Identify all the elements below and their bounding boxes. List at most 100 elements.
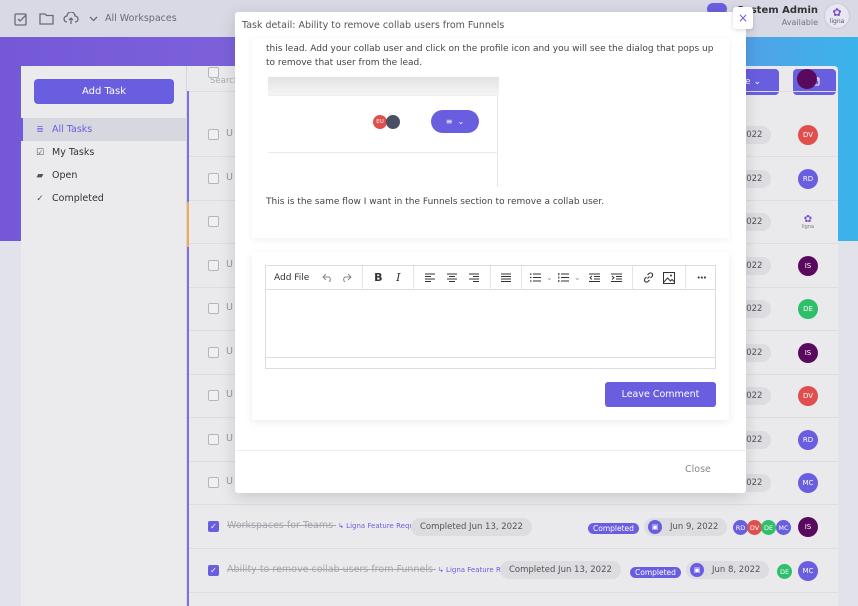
bullet-list-icon[interactable] [527, 266, 543, 290]
more-options-icon[interactable]: ••• [691, 266, 711, 290]
calendar-icon: ▣ [648, 520, 662, 534]
task-checkbox[interactable] [208, 390, 219, 401]
ligna-logo-text: ligna [801, 223, 815, 230]
toolbar-divider [362, 265, 364, 290]
task-title[interactable]: U [226, 433, 233, 444]
close-button[interactable]: Close [685, 464, 711, 475]
chevron-down-icon[interactable] [88, 11, 98, 27]
screenshot-divider [268, 152, 498, 153]
toolbar-divider [490, 265, 492, 290]
owner-avatar: IS [798, 342, 818, 363]
bold-button[interactable]: B [368, 266, 388, 290]
owner-avatar: IS [798, 517, 818, 537]
editor-status-bar [266, 357, 715, 368]
align-center-icon[interactable] [441, 266, 463, 290]
due-date-text: Jun 9, 2022 [670, 522, 719, 532]
outdent-icon[interactable] [583, 266, 605, 290]
task-title[interactable]: Workspaces for Teams ↳ Ligna Feature Req… [227, 520, 428, 531]
task-checkbox[interactable]: ✓ [208, 565, 219, 576]
owner-avatar: MC [798, 561, 818, 581]
task-checkbox[interactable] [208, 172, 219, 184]
task-checkbox[interactable] [208, 129, 219, 140]
link-icon[interactable] [638, 266, 658, 290]
due-date-text: Jun 8, 2022 [712, 565, 761, 575]
sidebar: Add Task ≣ All Tasks ☑ My Tasks ▰ Open ✓… [21, 66, 187, 606]
align-justify-icon[interactable] [496, 266, 516, 290]
owner-avatar: RD [798, 168, 818, 189]
add-file-button[interactable]: Add File [274, 266, 309, 290]
owner-avatar: MC [798, 473, 818, 493]
folder-open-icon: ▰ [36, 170, 44, 181]
check-icon: ✓ [36, 193, 44, 204]
task-checkbox[interactable]: ✓ [208, 521, 219, 532]
chevron-down-icon[interactable]: ⌄ [543, 266, 555, 290]
task-title[interactable]: U [226, 476, 233, 487]
owner-avatar: RD [798, 429, 818, 450]
table-row[interactable]: ✓ Ability to remove collab users from Fu… [189, 550, 838, 593]
task-title[interactable]: U [226, 172, 233, 183]
toolbar-divider [413, 265, 415, 290]
collaborator-avatar: DV [747, 520, 762, 535]
add-task-button[interactable]: Add Task [34, 79, 174, 104]
task-title[interactable]: U [226, 302, 233, 313]
task-title[interactable]: U [226, 346, 233, 357]
completed-date: Completed Jun 13, 2022 [411, 518, 532, 536]
close-icon[interactable]: × [733, 7, 753, 29]
task-checkbox[interactable] [208, 67, 219, 78]
description-text: this lead. Add your collab user and clic… [266, 44, 714, 68]
sidebar-item-completed[interactable]: ✓ Completed [21, 187, 187, 210]
ligna-logo[interactable]: ✿ ligna [824, 3, 850, 29]
tasks-checkbox-icon[interactable] [13, 11, 29, 27]
modal-footer-divider [235, 450, 746, 451]
task-title-text: Ability to remove collab users from Funn… [227, 564, 433, 575]
sidebar-item-my-tasks[interactable]: ☑ My Tasks [21, 141, 187, 164]
indent-icon[interactable] [605, 266, 627, 290]
align-right-icon[interactable] [463, 266, 485, 290]
description-screenshot[interactable]: EU ≡ ⌄ [268, 77, 499, 187]
task-title[interactable]: U [226, 389, 233, 400]
redo-icon[interactable] [335, 266, 357, 290]
folder-icon[interactable] [38, 11, 54, 27]
cloud-upload-icon[interactable] [63, 11, 79, 27]
sidebar-item-all-tasks[interactable]: ≣ All Tasks [21, 118, 187, 141]
owner-avatar: IS [798, 255, 818, 276]
leave-comment-button[interactable]: Leave Comment [605, 382, 716, 407]
task-detail-modal: Task detail: Ability to remove collab us… [235, 12, 746, 493]
chevron-down-icon: ⌄ [457, 117, 465, 126]
toolbar-divider [632, 265, 634, 290]
owner-avatar: DV [798, 386, 818, 406]
screenshot-menu-button: ≡ ⌄ [431, 110, 479, 133]
comment-box: Add File B I ⌄ ⌄ ••• Leave Comment [252, 252, 729, 420]
task-checkbox[interactable] [208, 216, 219, 227]
table-row[interactable]: ✓ Workspaces for Teams ↳ Ligna Feature R… [189, 506, 838, 549]
calendar-icon: ▣ [690, 563, 704, 577]
workspace-selector[interactable]: All Workspaces [105, 13, 177, 24]
task-checkbox[interactable] [208, 433, 219, 445]
task-title[interactable]: U [226, 128, 233, 139]
completed-date: Completed Jun 13, 2022 [500, 561, 621, 579]
menu-icon: ≡ [445, 117, 453, 126]
screenshot-photo-avatar [386, 115, 400, 129]
task-checkbox[interactable] [208, 477, 219, 488]
image-icon[interactable] [658, 266, 680, 290]
sidebar-item-open[interactable]: ▰ Open [21, 164, 187, 187]
task-checkbox[interactable] [208, 259, 219, 271]
editor-toolbar: Add File B I ⌄ ⌄ ••• [266, 265, 715, 290]
numbered-list-icon[interactable] [555, 266, 571, 290]
checkbox-icon: ☑ [35, 147, 45, 158]
comment-editor: Add File B I ⌄ ⌄ ••• [265, 265, 716, 369]
undo-icon[interactable] [319, 266, 335, 290]
due-date[interactable]: ▣ Jun 8, 2022 [686, 561, 770, 579]
task-checkbox[interactable] [208, 346, 219, 358]
task-title[interactable]: U [226, 259, 233, 270]
comment-input[interactable] [266, 290, 715, 357]
italic-button[interactable]: I [388, 266, 408, 290]
task-checkbox[interactable] [208, 303, 219, 314]
screenshot-header [268, 77, 499, 95]
due-date[interactable]: ▣ Jun 9, 2022 [644, 518, 728, 536]
sidebar-item-label: All Tasks [52, 124, 93, 135]
owner-avatar: DE [798, 299, 818, 319]
task-title[interactable]: Ability to remove collab users from Funn… [227, 564, 528, 575]
align-left-icon[interactable] [419, 266, 441, 290]
chevron-down-icon[interactable]: ⌄ [571, 266, 583, 290]
